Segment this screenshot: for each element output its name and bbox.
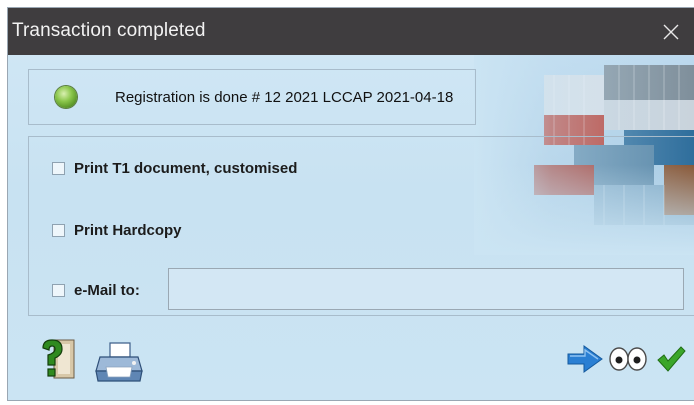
next-button[interactable] — [566, 343, 604, 380]
close-icon — [663, 24, 679, 39]
email-label[interactable]: e-Mail to: — [74, 282, 140, 299]
view-button[interactable] — [608, 345, 648, 378]
window-title: Transaction completed — [12, 20, 206, 41]
print-hardcopy-label[interactable]: Print Hardcopy — [74, 222, 182, 239]
title-bar: Transaction completed — [8, 8, 694, 55]
print-hardcopy-checkbox[interactable] — [52, 224, 65, 237]
dialog-body: Registration is done # 12 2021 LCCAP 202… — [8, 55, 694, 400]
print-t1-label[interactable]: Print T1 document, customised — [74, 160, 297, 177]
print-t1-checkbox[interactable] — [52, 162, 65, 175]
help-button[interactable] — [38, 338, 78, 387]
email-field[interactable] — [168, 268, 684, 310]
option-print-hardcopy[interactable]: Print Hardcopy — [52, 222, 182, 239]
confirm-button[interactable] — [656, 345, 686, 378]
status-indicator-icon — [55, 86, 77, 108]
help-icon — [42, 339, 75, 379]
printer-icon — [95, 342, 143, 382]
status-message: Registration is done # 12 2021 LCCAP 202… — [115, 89, 454, 106]
option-email[interactable]: e-Mail to: — [52, 282, 140, 299]
status-panel: Registration is done # 12 2021 LCCAP 202… — [28, 69, 476, 125]
eyes-icon — [609, 347, 647, 371]
check-icon — [657, 346, 686, 372]
print-button[interactable] — [94, 341, 144, 390]
email-checkbox[interactable] — [52, 284, 65, 297]
arrow-right-icon — [567, 345, 603, 373]
close-button[interactable] — [648, 8, 694, 55]
transaction-dialog: Transaction completed Registration is do… — [8, 8, 694, 400]
option-print-t1[interactable]: Print T1 document, customised — [52, 160, 297, 177]
